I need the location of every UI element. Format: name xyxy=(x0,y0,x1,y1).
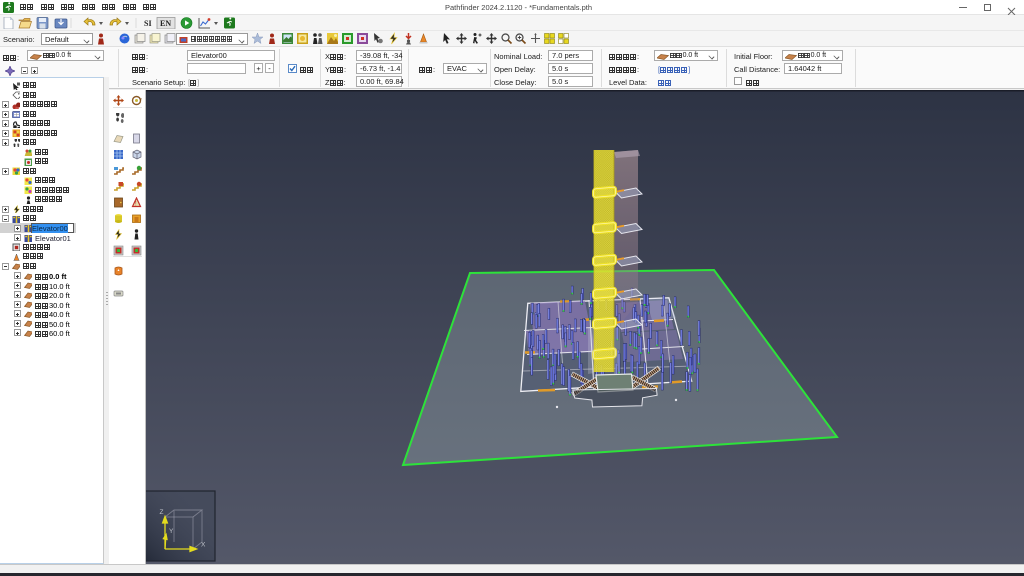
svg-text:SI: SI xyxy=(144,19,152,28)
svg-text:Y: Y xyxy=(169,528,174,535)
svg-text:EN: EN xyxy=(160,19,171,28)
svg-text:X: X xyxy=(201,542,206,549)
svg-text:Z: Z xyxy=(160,509,164,516)
